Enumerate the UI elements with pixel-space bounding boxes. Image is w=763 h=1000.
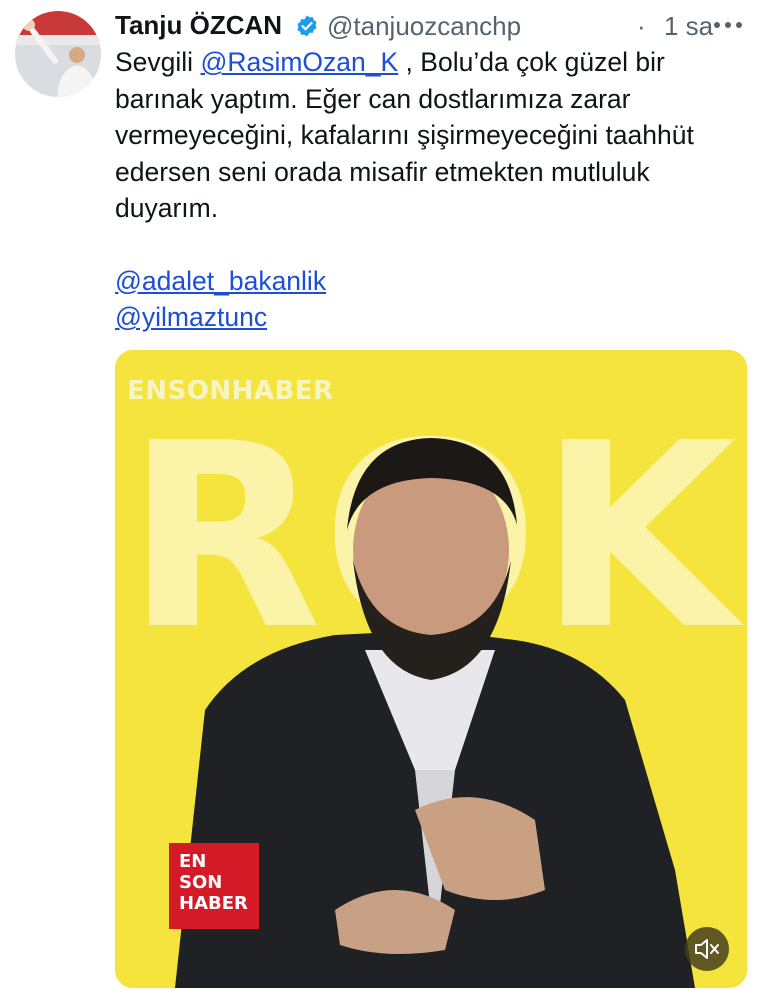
author-avatar[interactable] [15,11,101,97]
tweet-text: Sevgili @RasimOzan_K , Bolu’da çok güzel… [115,44,751,336]
volume-muted-icon [695,939,719,959]
tweet-header: Tanju ÖZCAN @tanjuozcanchp · 1 sa [115,6,747,42]
mention-yilmaztunc[interactable]: @yilmaztunc [115,299,751,336]
tweet-video[interactable]: ROK ENSONHABER EN SON HABER [115,350,747,988]
mention-adalet-bakanlik[interactable]: @adalet_bakanlik [115,263,751,300]
more-options-icon[interactable] [711,13,745,37]
mention-rasimozan[interactable]: @RasimOzan_K [200,47,398,77]
badge-line-2: SON [179,872,223,893]
verified-badge-icon [297,15,317,37]
avatar-image [15,11,101,97]
mute-button[interactable] [685,927,729,971]
author-handle[interactable]: @tanjuozcanchp [327,11,521,42]
badge-line-3: HABER [179,893,248,914]
ensonhaber-badge: EN SON HABER [169,843,259,929]
tweet-time[interactable]: 1 sa [664,11,713,42]
ensonhaber-watermark: ENSONHABER [127,376,334,406]
text-prefix: Sevgili [115,47,201,77]
badge-line-1: EN [179,851,207,872]
header-separator: · [637,11,646,41]
author-name[interactable]: Tanju ÖZCAN [115,10,282,41]
